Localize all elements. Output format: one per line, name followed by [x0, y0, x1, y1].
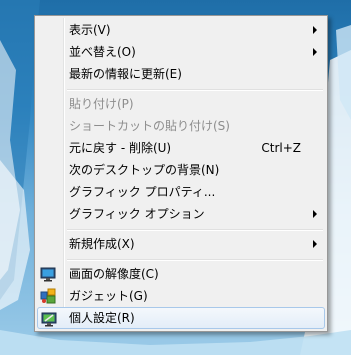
- menu-item-view[interactable]: 表示(V): [37, 19, 325, 41]
- menu-item-paste-shortcut[interactable]: ショートカットの貼り付け(S): [37, 115, 325, 137]
- menu-item-label: 並べ替え(O): [69, 45, 136, 59]
- menu-item-sort[interactable]: 並べ替え(O): [37, 41, 325, 63]
- menu-separator: [67, 229, 323, 231]
- menu-item-screen-resolution[interactable]: 画面の解像度(C): [37, 263, 325, 285]
- menu-item-graphics-properties[interactable]: グラフィック プロパティ...: [37, 181, 325, 203]
- menu-item-paste[interactable]: 貼り付け(P): [37, 93, 325, 115]
- menu-item-undo-delete[interactable]: 元に戻す - 削除(U) Ctrl+Z: [37, 137, 325, 159]
- menu-separator: [67, 259, 323, 261]
- submenu-arrow-icon: [313, 210, 317, 218]
- menu-item-next-background[interactable]: 次のデスクトップの背景(N): [37, 159, 325, 181]
- menu-item-personalize[interactable]: 個人設定(R): [37, 307, 325, 329]
- monitor-icon: [40, 267, 56, 282]
- menu-item-label: 次のデスクトップの背景(N): [69, 163, 220, 177]
- menu-separator: [67, 89, 323, 91]
- menu-item-graphics-options[interactable]: グラフィック オプション: [37, 203, 325, 225]
- personalize-icon: [41, 312, 57, 327]
- menu-item-refresh[interactable]: 最新の情報に更新(E): [37, 63, 325, 85]
- menu-item-label: グラフィック プロパティ...: [69, 185, 216, 199]
- menu-item-gadgets[interactable]: ガジェット(G): [37, 285, 325, 307]
- desktop-context-menu: 表示(V) 並べ替え(O) 最新の情報に更新(E) 貼り付け(P) ショートカッ…: [34, 15, 328, 332]
- gadget-icon: [40, 288, 56, 304]
- menu-item-label: 元に戻す - 削除(U): [69, 141, 172, 155]
- menu-item-label: 画面の解像度(C): [69, 267, 159, 281]
- menu-item-label: 個人設定(R): [69, 311, 135, 325]
- menu-item-label: 貼り付け(P): [69, 97, 134, 111]
- menu-item-label: 表示(V): [69, 23, 111, 37]
- menu-item-label: 最新の情報に更新(E): [69, 67, 182, 81]
- menu-item-label: 新規作成(X): [69, 237, 135, 251]
- submenu-arrow-icon: [313, 26, 317, 34]
- menu-item-label: グラフィック オプション: [69, 207, 205, 221]
- submenu-arrow-icon: [313, 240, 317, 248]
- menu-item-label: ガジェット(G): [69, 289, 148, 303]
- menu-item-label: ショートカットの貼り付け(S): [69, 119, 230, 133]
- menu-item-shortcut: Ctrl+Z: [261, 141, 301, 155]
- submenu-arrow-icon: [313, 48, 317, 56]
- menu-item-new[interactable]: 新規作成(X): [37, 233, 325, 255]
